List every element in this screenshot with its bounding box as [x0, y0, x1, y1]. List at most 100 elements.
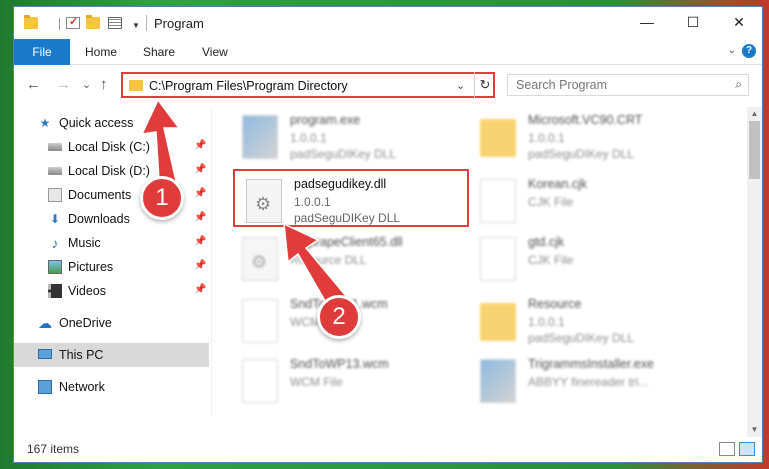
- customize-quick-access-dropdown[interactable]: ▼: [132, 21, 140, 30]
- ribbon: File Home Share View ⌄ ?: [14, 39, 762, 65]
- explorer-window: ▼ Program — ☐ ✕ File Home Share View ⌄ ?…: [13, 6, 763, 463]
- maximize-button[interactable]: ☐: [670, 7, 716, 37]
- sidebar-item-label: Pictures: [68, 260, 114, 274]
- scroll-down-button[interactable]: ▼: [747, 423, 762, 437]
- computer-icon: [38, 349, 52, 359]
- pin-icon[interactable]: 📌: [194, 212, 206, 223]
- file-name: Microsoft.VC90.CRT: [528, 113, 643, 127]
- file-version: 1.0.0.1: [528, 315, 565, 329]
- refresh-button[interactable]: ↻: [474, 72, 495, 98]
- file-item[interactable]: Microsoft.VC90.CRT 1.0.0.1 padSeguDIKey …: [470, 109, 720, 169]
- sidebar-item-label: Documents: [68, 188, 132, 202]
- back-button[interactable]: ←: [26, 76, 41, 93]
- download-arrow-icon: ⬇: [49, 212, 61, 226]
- pin-icon[interactable]: 📌: [194, 236, 206, 247]
- file-description: padSeguDIKey DLL: [528, 147, 635, 161]
- search-icon[interactable]: ⌕: [735, 77, 742, 92]
- search-placeholder: Search Program: [516, 78, 608, 92]
- pin-icon[interactable]: 📌: [194, 140, 206, 151]
- step1-badge: 1: [140, 176, 184, 220]
- pictures-icon: [48, 260, 62, 274]
- star-icon: ★: [39, 116, 51, 130]
- folder-icon: [480, 119, 516, 157]
- title-separator: [146, 15, 147, 31]
- file-name: program.exe: [290, 113, 361, 127]
- pin-icon[interactable]: 📌: [194, 188, 206, 199]
- file-type: Resource DLL: [290, 253, 367, 267]
- address-path[interactable]: C:\Program Files\Program Directory: [149, 79, 348, 93]
- sidebar-item-quick-access[interactable]: ★ Quick access: [14, 111, 209, 135]
- recent-locations-button[interactable]: ⌄: [82, 78, 91, 91]
- vertical-scrollbar[interactable]: ▲ ▼: [747, 107, 762, 437]
- title-bar: ▼ Program — ☐ ✕: [14, 7, 762, 39]
- file-item[interactable]: program.exe 1.0.0.1 padSeguDIKey DLL: [232, 109, 482, 169]
- sidebar-item-pictures[interactable]: Pictures 📌: [14, 255, 209, 279]
- scroll-up-button[interactable]: ▲: [747, 107, 762, 121]
- tiles-view-button[interactable]: [739, 442, 755, 456]
- expand-ribbon-icon[interactable]: ⌄: [728, 45, 736, 56]
- details-view-button[interactable]: [719, 442, 735, 456]
- properties-icon[interactable]: [108, 17, 122, 29]
- sidebar-item-local-disk-c[interactable]: Local Disk (C:) 📌: [14, 135, 209, 159]
- sidebar-item-local-disk-d[interactable]: Local Disk (D:) 📌: [14, 159, 209, 183]
- sidebar-item-this-pc[interactable]: This PC: [14, 343, 209, 367]
- search-input[interactable]: Search Program ⌕: [507, 74, 749, 96]
- forward-button[interactable]: →: [56, 76, 71, 93]
- sidebar-item-label: This PC: [59, 348, 104, 362]
- sidebar-item-label: Network: [59, 380, 105, 394]
- file-item[interactable]: gtd.cjk CJK File: [470, 231, 720, 291]
- network-icon: [38, 380, 52, 394]
- file-name: Korean.cjk: [528, 177, 588, 191]
- file-description: padSeguDIKey DLL: [528, 331, 635, 345]
- up-button[interactable]: ↑: [100, 76, 108, 93]
- drive-icon: [48, 167, 62, 175]
- tab-home[interactable]: Home: [85, 39, 117, 65]
- close-button[interactable]: ✕: [716, 7, 762, 37]
- file-description: padSeguDIKey DLL: [290, 147, 397, 161]
- item-count: 167 items: [27, 442, 80, 456]
- pin-icon[interactable]: 📌: [194, 284, 206, 295]
- documents-icon: [48, 188, 62, 202]
- tab-share[interactable]: Share: [143, 39, 175, 65]
- file-type: WCM File: [290, 375, 343, 389]
- file-item[interactable]: SndToWP13.wcm WCM File: [232, 353, 482, 413]
- file-name: BugtrapeClient65.dll: [290, 235, 403, 249]
- exe-icon: [480, 359, 516, 403]
- file-type: CJK File: [528, 195, 574, 209]
- address-bar[interactable]: C:\Program Files\Program Directory ⌄ ↻: [121, 72, 495, 98]
- document-icon: [242, 359, 278, 403]
- video-icon: [48, 284, 62, 298]
- quick-access-separator: [59, 18, 60, 30]
- music-note-icon: ♪: [51, 235, 59, 251]
- file-name: TrigrammsInstaller.exe: [528, 357, 654, 371]
- folder-icon: [480, 303, 516, 341]
- file-item[interactable]: Korean.cjk CJK File: [470, 173, 720, 233]
- sidebar-item-network[interactable]: Network: [14, 375, 209, 399]
- sidebar-item-onedrive[interactable]: ☁ OneDrive: [14, 311, 209, 335]
- dll-gear-icon: [242, 237, 278, 281]
- address-row: ← → ⌄ ↑ C:\Program Files\Program Directo…: [14, 69, 762, 101]
- tab-file[interactable]: File: [14, 39, 70, 65]
- file-item[interactable]: TrigrammsInstaller.exe ABBYY finereader …: [470, 353, 720, 413]
- document-icon: [242, 299, 278, 343]
- minimize-button[interactable]: —: [624, 7, 670, 37]
- cloud-icon: ☁: [38, 315, 52, 331]
- window-title: Program: [154, 16, 204, 31]
- new-folder-icon[interactable]: [86, 15, 100, 29]
- sidebar-item-videos[interactable]: Videos 📌: [14, 279, 209, 303]
- help-icon[interactable]: ?: [742, 44, 756, 58]
- file-list: program.exe 1.0.0.1 padSeguDIKey DLL Mic…: [212, 103, 746, 433]
- status-bar: 167 items: [14, 437, 762, 462]
- properties-check-icon[interactable]: [66, 15, 80, 29]
- chevron-down-icon[interactable]: ⌄: [456, 79, 465, 92]
- scroll-thumb[interactable]: [749, 121, 760, 179]
- pin-icon[interactable]: 📌: [194, 164, 206, 175]
- file-name: gtd.cjk: [528, 235, 565, 249]
- file-item[interactable]: BugtrapeClient65.dll Resource DLL: [232, 231, 482, 291]
- file-item[interactable]: Resource 1.0.0.1 padSeguDIKey DLL: [470, 293, 720, 353]
- file-name: SndToWP13.wcm: [290, 357, 389, 371]
- tab-view[interactable]: View: [202, 39, 228, 65]
- sidebar-item-music[interactable]: ♪ Music 📌: [14, 231, 209, 255]
- sidebar-item-label: Videos: [68, 284, 106, 298]
- pin-icon[interactable]: 📌: [194, 260, 206, 271]
